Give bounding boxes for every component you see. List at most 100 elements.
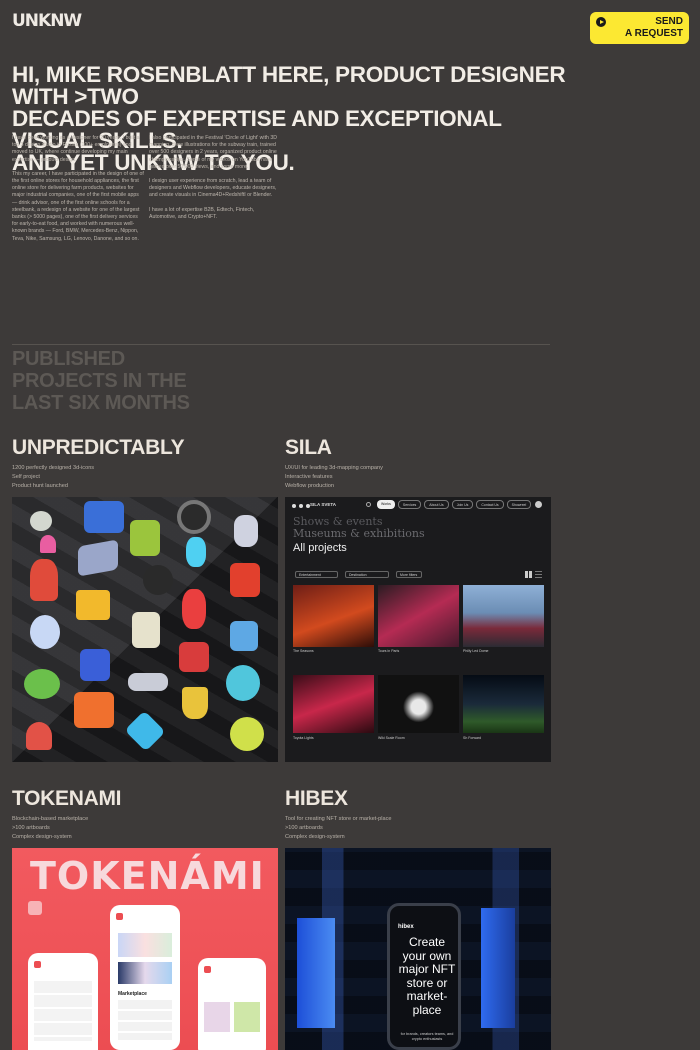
bag-icon <box>230 563 260 597</box>
stopwatch-icon <box>230 717 264 751</box>
sila-card-title: Sh Forward <box>463 736 482 740</box>
project-desc-line: Webflow production <box>285 483 335 489</box>
send-request-button[interactable]: SEND A REQUEST <box>590 12 689 44</box>
project-desc-line: Complex design-system <box>12 834 72 840</box>
project-desc-line: Complex design-system <box>285 834 345 840</box>
stack-icon <box>74 692 114 728</box>
published-line-2: PROJECTS IN THE <box>12 370 187 392</box>
tokenami-logo-icon <box>28 901 42 915</box>
project-desc-line: >100 artboards <box>12 825 50 831</box>
people-icon <box>226 665 260 701</box>
dropper-icon <box>186 537 206 567</box>
bio-paragraph: This my career, I have participated in t… <box>12 170 144 242</box>
list-view-icon[interactable] <box>535 571 542 578</box>
phone-mockup: Marketplace <box>110 905 180 1050</box>
diamond-icon <box>124 710 166 752</box>
pin-icon <box>30 511 52 531</box>
site-logo[interactable]: UNKNW <box>12 11 82 31</box>
sila-card-image[interactable] <box>378 585 459 647</box>
window-dots <box>292 504 310 508</box>
bio-paragraph: I have a lot of expertise B2B, Edtech, F… <box>149 206 255 220</box>
sila-nav-item[interactable]: About Us <box>424 500 449 509</box>
project-desc-hibex: Tool for creating NFT store or market-pl… <box>285 815 392 842</box>
mail-icon <box>78 539 118 577</box>
sila-nav-item[interactable]: Showreel <box>506 500 532 509</box>
project-image-unpredictably[interactable] <box>12 497 278 762</box>
project-desc-line: 1200 perfectly designed 3d-icons <box>12 465 95 471</box>
project-desc-line: Blockchain-based marketplace <box>12 816 89 822</box>
project-desc-line: Tool for creating NFT store or market-pl… <box>285 816 392 822</box>
sila-nav-item[interactable]: Join Us <box>451 500 474 509</box>
sila-card-image[interactable] <box>463 675 544 733</box>
filter-entertainment[interactable]: Entertainment <box>295 571 338 578</box>
sila-card-image[interactable] <box>293 585 374 647</box>
published-heading: PUBLISHED PROJECTS IN THE LAST SIX MONTH… <box>12 348 190 414</box>
filter-destination[interactable]: Destination <box>345 571 389 578</box>
filter-more[interactable]: More filters <box>396 571 422 578</box>
sila-nav-item[interactable]: Contact Us <box>476 500 504 509</box>
trophy-icon <box>182 687 208 719</box>
project-image-tokenami[interactable]: TOKENÁMI Marketplace <box>12 848 278 1050</box>
sila-nav-item[interactable]: Works <box>377 500 395 509</box>
bio-paragraph: I also participated in the Festival 'Cir… <box>149 135 277 170</box>
cone-icon <box>40 535 56 553</box>
project-desc-line: Self project <box>12 474 40 480</box>
bomb-icon <box>143 565 173 595</box>
tokenami-marketplace-label: Marketplace <box>118 991 147 997</box>
sila-card-image[interactable] <box>293 675 374 733</box>
sila-card-image[interactable] <box>378 675 459 733</box>
sila-card-title: Tours in Paris <box>378 649 400 653</box>
bio-column-2: I also participated in the Festival 'Cir… <box>149 135 281 228</box>
project-image-hibex[interactable]: hibex Create your own major NFT store or… <box>285 848 551 1050</box>
radio-icon <box>179 642 209 672</box>
sila-card-image[interactable] <box>463 585 544 647</box>
sila-card-title: Toyota Lights <box>293 736 314 740</box>
bio-paragraph: I design user experience from scratch, l… <box>149 178 277 199</box>
bell-icon <box>26 722 52 750</box>
hibex-headline: Create your own major NFT store or marke… <box>398 935 456 1017</box>
hero-line-1: HI, MIKE ROSENBLATT HERE, PRODUCT DESIGN… <box>12 62 566 109</box>
hibex-subtitle: for brands, creators teams, and crypto e… <box>400 1032 454 1041</box>
fire-hydrant-icon <box>182 589 206 629</box>
project-desc-unpredictably: 1200 perfectly designed 3d-icons Self pr… <box>12 464 94 491</box>
phone-mockup <box>28 953 98 1050</box>
bio-paragraph: I have been working as a designer for 20… <box>12 135 140 163</box>
project-desc-sila: UX/UI for leading 3d-mapping company Int… <box>285 464 383 491</box>
theme-toggle-icon[interactable] <box>535 501 542 508</box>
project-title-sila[interactable]: SILA <box>285 437 332 459</box>
sila-brand: SILA SVETA <box>310 502 337 507</box>
calendar-icon <box>132 612 160 648</box>
jar-icon <box>234 515 258 547</box>
hibex-brand: hibex <box>398 924 414 930</box>
sila-card-title: The Seasons <box>293 649 314 653</box>
project-desc-line: >100 artboards <box>285 825 323 831</box>
tag-icon <box>80 649 110 681</box>
cta-line-1: SEND <box>655 16 683 27</box>
project-desc-line: UX/UI for leading 3d-mapping company <box>285 465 383 471</box>
project-image-sila[interactable]: SILA SVETA Works Services About Us Join … <box>285 497 551 762</box>
sila-card-title: Wiki Scale Room <box>378 736 405 740</box>
project-title-tokenami[interactable]: TOKENAMI <box>12 788 122 810</box>
battery-icon <box>130 520 160 556</box>
heart-icon <box>30 615 60 649</box>
ring-icon <box>24 669 60 699</box>
sila-ghost-2: Museums & exhibitions <box>293 527 425 540</box>
blue-block <box>481 908 515 1028</box>
sila-card-title: Philly Led Dome <box>463 649 489 653</box>
box-icon <box>230 621 258 651</box>
project-title-unpredictably[interactable]: UNPREDICTABLY <box>12 437 185 459</box>
sila-nav-item[interactable]: Services <box>397 500 422 509</box>
project-desc-line: Product hunt launched <box>12 483 68 489</box>
bio-column-1: I have been working as a designer for 20… <box>12 135 144 250</box>
project-title-hibex[interactable]: HIBEX <box>285 788 348 810</box>
sila-nav: Works Services About Us Join Us Contact … <box>377 500 532 509</box>
published-line-3: LAST SIX MONTHS <box>12 392 190 414</box>
play-icon <box>596 17 606 27</box>
search-icon[interactable] <box>366 502 371 507</box>
grid-view-icon[interactable] <box>525 571 532 578</box>
dumbbell-icon <box>128 673 168 691</box>
published-line-1: PUBLISHED <box>12 348 125 370</box>
section-divider <box>12 344 550 345</box>
phone-mockup: hibex Create your own major NFT store or… <box>387 903 461 1050</box>
project-desc-tokenami: Blockchain-based marketplace >100 artboa… <box>12 815 88 842</box>
